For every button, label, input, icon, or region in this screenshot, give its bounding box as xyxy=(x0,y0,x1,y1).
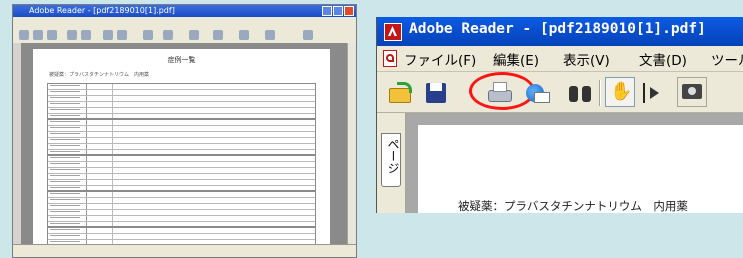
menu-file[interactable]: ファイル(F) xyxy=(404,49,476,69)
thumbnail-table-block xyxy=(47,83,316,119)
toolbar: ✋ xyxy=(377,72,743,113)
navigation-pane: ページ xyxy=(377,113,406,213)
search-binoculars-icon[interactable] xyxy=(567,80,593,106)
titlebar: Adobe Reader - [pdf2189010[1].pdf] xyxy=(377,17,743,46)
thumbnail-toolbar xyxy=(13,27,356,44)
thumbnail-page-subtitle: 被疑薬：プラバスタチンナトリウム 内用薬 xyxy=(49,72,149,78)
select-text-icon[interactable] xyxy=(639,80,665,106)
window-title: Adobe Reader - [pdf2189010[1].pdf] xyxy=(409,21,706,37)
camera-icon xyxy=(682,84,702,99)
pages-tab-label: ページ xyxy=(386,138,400,174)
thumbnail-page: 症例一覧 被疑薬：プラバスタチンナトリウム 内用薬 xyxy=(33,49,330,257)
thumbnail-window-controls xyxy=(322,6,354,16)
thumbnail-table-block xyxy=(47,119,316,155)
snapshot-tool-button[interactable] xyxy=(677,77,707,107)
thumbnail-statusbar xyxy=(13,244,356,257)
thumbnail-table-block xyxy=(47,191,316,227)
email-icon[interactable] xyxy=(524,80,550,106)
menu-edit[interactable]: 編集(E) xyxy=(493,49,539,69)
thumbnail-document-area: 症例一覧 被疑薬：プラバスタチンナトリウム 内用薬 xyxy=(21,43,348,257)
thumbnail-scrollbar xyxy=(347,43,356,245)
open-folder-icon[interactable] xyxy=(387,80,413,106)
document-area[interactable]: 被疑薬：プラバスタチンナトリウム 内用薬 xyxy=(406,113,743,213)
menu-tools[interactable]: ツール xyxy=(711,49,743,69)
thumbnail-table-block xyxy=(47,155,316,191)
thumbnail-window-title: Adobe Reader - [pdf2189010[1].pdf] xyxy=(29,6,175,15)
reader-zoomed-crop: Adobe Reader - [pdf2189010[1].pdf] ファイル(… xyxy=(376,17,743,213)
adobe-reader-icon[interactable] xyxy=(384,23,402,41)
document-text: 被疑薬：プラバスタチンナトリウム 内用薬 xyxy=(458,199,688,213)
hand-icon: ✋ xyxy=(610,81,633,102)
document-page: 被疑薬：プラバスタチンナトリウム 内用薬 xyxy=(418,125,743,213)
thumbnail-titlebar: Adobe Reader - [pdf2189010[1].pdf] xyxy=(13,5,356,17)
menu-view[interactable]: 表示(V) xyxy=(563,49,610,69)
save-icon[interactable] xyxy=(423,80,449,106)
hand-tool-button[interactable]: ✋ xyxy=(605,77,635,107)
thumbnail-page-title: 症例一覧 xyxy=(167,56,196,64)
pdf-document-icon[interactable] xyxy=(383,50,397,67)
toolbar-separator xyxy=(599,80,601,106)
menu-document[interactable]: 文書(D) xyxy=(639,49,687,69)
full-window-thumbnail: Adobe Reader - [pdf2189010[1].pdf] 症例一覧 … xyxy=(12,4,357,258)
menubar: ファイル(F) 編集(E) 表示(V) 文書(D) ツール xyxy=(377,46,743,72)
pages-tab[interactable]: ページ xyxy=(381,133,401,187)
